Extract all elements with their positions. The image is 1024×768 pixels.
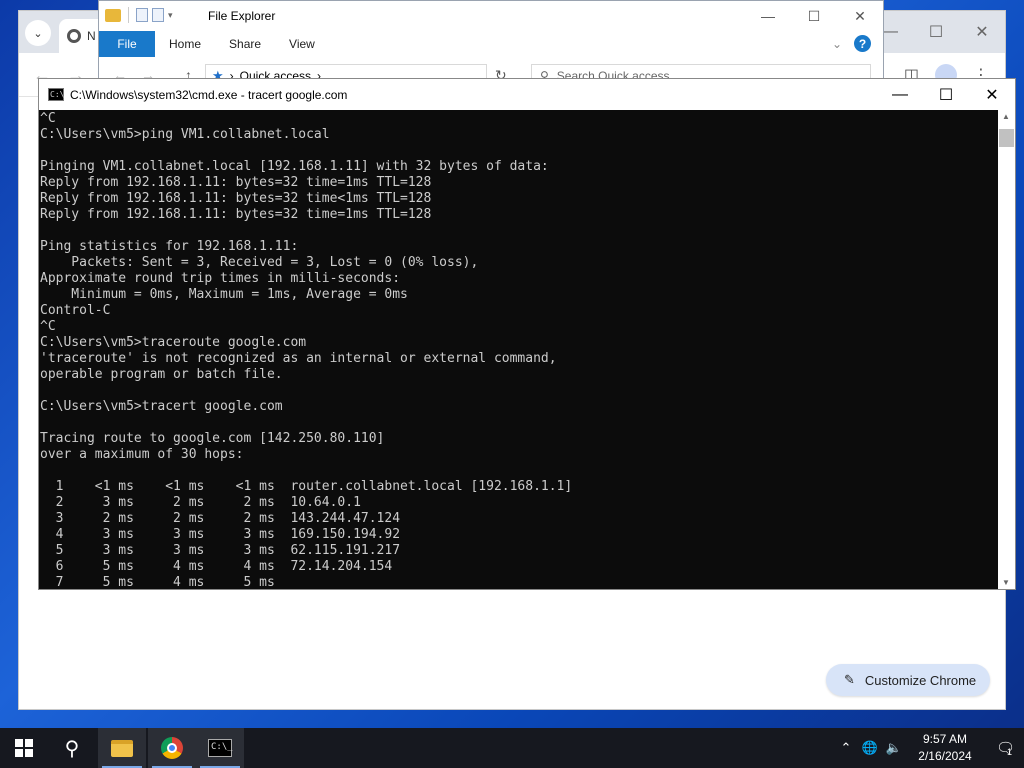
expand-ribbon-icon[interactable]: ⌄ [832, 37, 842, 51]
cmd-output-line: Reply from 192.168.1.11: bytes=32 time=1… [40, 207, 432, 222]
windows-logo-icon [15, 739, 33, 757]
cmd-output-line: Reply from 192.168.1.11: bytes=32 time=1… [40, 175, 432, 190]
clock-date: 2/16/2024 [918, 749, 972, 763]
cmd-output-line: ^C [40, 111, 56, 126]
notification-center-button[interactable]: 🗨 1 [984, 739, 1024, 757]
dropdown-arrow-icon[interactable]: ▾ [168, 10, 173, 21]
maximize-icon: ☐ [807, 7, 821, 24]
cmd-output-line: operable program or batch file. [40, 367, 283, 382]
cmd-console-output[interactable]: ^C C:\Users\vm5>ping VM1.collabnet.local P… [39, 110, 999, 589]
network-icon[interactable]: 🌐 [858, 740, 882, 756]
quick-access-toolbar: ▾ [105, 7, 173, 23]
explorer-title: File Explorer [208, 9, 276, 23]
chrome-close-button[interactable]: ✕ [959, 11, 1005, 53]
new-folder-icon[interactable] [152, 8, 164, 22]
minimize-icon: — [882, 23, 898, 40]
chevron-down-icon: ⌄ [33, 27, 43, 40]
close-icon: ✕ [854, 7, 866, 24]
start-button[interactable] [0, 728, 48, 768]
cmd-output-line [40, 223, 999, 239]
chrome-favicon-icon [67, 29, 81, 43]
clock[interactable]: 9:57 AM 2/16/2024 [906, 731, 984, 765]
cmd-output-line: Approximate round trip times in milli-se… [40, 271, 401, 286]
cmd-output-line: 1 <1 ms <1 ms <1 ms router.collabnet.loc… [40, 479, 573, 494]
cmd-output-line: Tracing route to google.com [142.250.80.… [40, 431, 385, 446]
scroll-down-icon[interactable]: ▼ [1002, 578, 1010, 587]
chrome-tab-label: N [87, 29, 96, 43]
cmd-title-bar: C:\ C:\Windows\system32\cmd.exe - tracer… [39, 79, 1015, 110]
system-tray: ⌃ 🌐 🔈 9:57 AM 2/16/2024 🗨 1 [834, 728, 1024, 768]
cmd-close-button[interactable]: ✕ [969, 79, 1015, 110]
notification-icon: 🗨 [995, 740, 1016, 757]
minimize-icon: — [892, 85, 908, 103]
cmd-title: C:\Windows\system32\cmd.exe - tracert go… [70, 88, 348, 102]
taskbar: ⚲ C:\_ ⌃ 🌐 🔈 9:57 AM 2/16/2024 🗨 1 [0, 728, 1024, 768]
taskbar-file-explorer[interactable] [98, 728, 146, 768]
volume-muted-icon[interactable]: 🔈 [882, 740, 906, 756]
clock-time: 9:57 AM [922, 732, 968, 746]
ribbon-tab-home[interactable]: Home [155, 37, 215, 51]
cmd-output-line: 7 5 ms 4 ms 5 ms [40, 575, 275, 589]
explorer-maximize-button[interactable]: ☐ [791, 1, 837, 31]
folder-icon [105, 8, 121, 22]
tab-search-button[interactable]: ⌄ [25, 20, 51, 46]
search-icon: ⚲ [64, 737, 80, 760]
cmd-scrollbar[interactable]: ▲ ▼ [998, 110, 1015, 589]
maximize-icon: ☐ [938, 86, 954, 104]
cmd-output-line: Minimum = 0ms, Maximum = 1ms, Average = … [40, 287, 408, 302]
cmd-output-line: Pinging VM1.collabnet.local [192.168.1.1… [40, 159, 549, 174]
cmd-maximize-button[interactable]: ☐ [923, 79, 969, 110]
folder-icon [111, 739, 133, 757]
taskbar-cmd[interactable]: C:\_ [196, 728, 244, 768]
cmd-output-line: Control-C [40, 303, 111, 318]
explorer-minimize-button[interactable]: — [745, 1, 791, 31]
customize-chrome-button[interactable]: ✎ Customize Chrome [826, 664, 990, 696]
cmd-output-line: over a maximum of 30 hops: [40, 447, 244, 462]
cmd-output-line [40, 463, 999, 479]
cmd-output-line: C:\Users\vm5>tracert google.com [40, 399, 283, 414]
cmd-minimize-button[interactable]: — [877, 79, 923, 110]
help-icon[interactable]: ? [854, 35, 871, 52]
cmd-output-line: 4 3 ms 3 ms 3 ms 169.150.194.92 [40, 527, 401, 542]
chevron-up-icon[interactable]: ⌃ [834, 740, 858, 756]
chrome-maximize-button[interactable]: ☐ [913, 11, 959, 53]
explorer-close-button[interactable]: ✕ [837, 1, 883, 31]
cmd-output-line: 2 3 ms 2 ms 2 ms 10.64.0.1 [40, 495, 361, 510]
maximize-icon: ☐ [928, 24, 944, 41]
cmd-output-line: C:\Users\vm5>traceroute google.com [40, 335, 307, 350]
cmd-output-line [40, 415, 999, 431]
properties-icon[interactable] [136, 8, 148, 22]
close-icon: ✕ [985, 86, 999, 104]
search-button[interactable]: ⚲ [48, 728, 96, 768]
scrollbar-thumb[interactable] [999, 129, 1014, 147]
customize-chrome-label: Customize Chrome [864, 672, 977, 688]
ribbon-tab-share[interactable]: Share [215, 37, 275, 51]
taskbar-chrome[interactable] [148, 728, 196, 768]
cmd-icon: C:\ [48, 88, 65, 101]
chrome-icon [161, 737, 183, 759]
cmd-output-line [40, 143, 999, 159]
ribbon-tab-view[interactable]: View [275, 37, 329, 51]
cmd-output-line: 5 3 ms 3 ms 3 ms 62.115.191.217 [40, 543, 401, 558]
cmd-output-line: Reply from 192.168.1.11: bytes=32 time<1… [40, 191, 432, 206]
cmd-output-line: 'traceroute' is not recognized as an int… [40, 351, 557, 366]
cmd-output-line: Packets: Sent = 3, Received = 3, Lost = … [40, 255, 479, 270]
cmd-window: C:\ C:\Windows\system32\cmd.exe - tracer… [38, 78, 1016, 590]
close-icon: ✕ [975, 24, 989, 41]
minimize-icon: — [761, 8, 775, 24]
pencil-icon: ✎ [844, 672, 855, 687]
cmd-output-line: Ping statistics for 192.168.1.11: [40, 239, 299, 254]
cmd-output-line: 6 5 ms 4 ms 4 ms 72.14.204.154 [40, 559, 393, 574]
notification-count: 1 [1007, 747, 1013, 757]
cmd-output-line [40, 383, 999, 399]
explorer-ribbon: File Home Share View ⌄ ? [99, 31, 883, 57]
cmd-output-line: ^C [40, 319, 56, 334]
cmd-output-line: 3 2 ms 2 ms 2 ms 143.244.47.124 [40, 511, 401, 526]
cmd-output-line: C:\Users\vm5>ping VM1.collabnet.local [40, 127, 330, 142]
scroll-up-icon[interactable]: ▲ [1002, 112, 1010, 121]
ribbon-tab-file[interactable]: File [99, 31, 155, 57]
file-explorer-window: ▾ File Explorer — ☐ ✕ File Home Share Vi… [98, 0, 884, 90]
explorer-title-bar: ▾ File Explorer — ☐ ✕ [99, 1, 883, 31]
cmd-icon: C:\_ [208, 739, 233, 757]
